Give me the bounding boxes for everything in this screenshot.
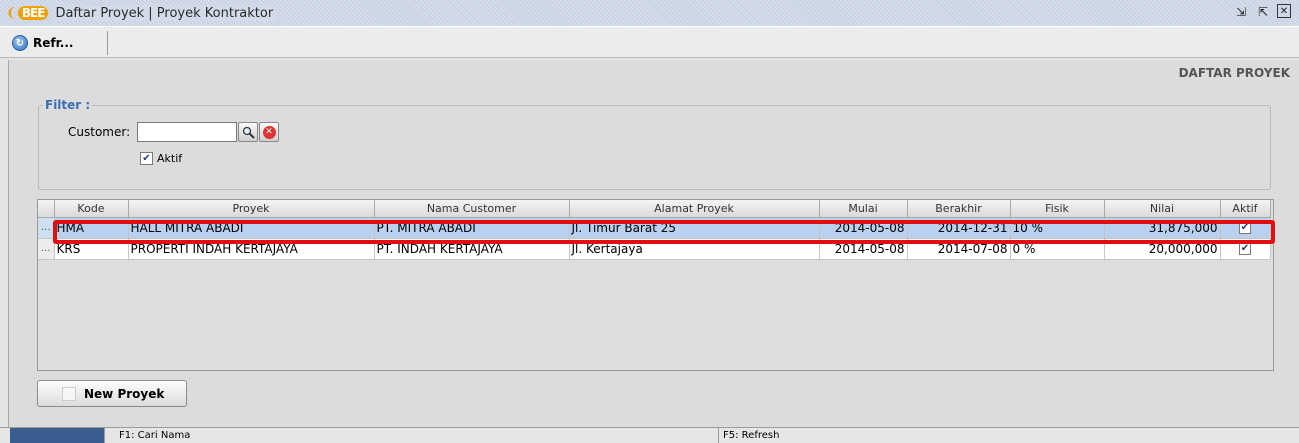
customer-search-button[interactable] [238,122,258,142]
header-aktif[interactable]: Aktif [1220,200,1271,218]
close-icon[interactable]: ✕ [1277,4,1291,18]
cell-fisik[interactable]: 10 % [1010,217,1105,239]
app-logo-icon: ❨ [6,5,17,21]
aktif-checkbox-row[interactable]: ✔ [1239,222,1251,234]
row-selector[interactable]: ... [38,238,55,260]
header-nilai[interactable]: Nilai [1104,200,1221,218]
window-controls: ⇲ ⇱ ✕ [1233,4,1291,20]
cell-aktif[interactable]: ✔ [1220,238,1271,260]
cell-alamat[interactable]: Jl. Kertajaya [569,238,820,260]
header-berakhir[interactable]: Berakhir [907,200,1011,218]
search-icon [242,126,255,139]
header-fisik[interactable]: Fisik [1010,200,1105,218]
status-hint-search: F1: Cari Nama [104,428,719,443]
restore-icon[interactable]: ⇲ [1233,4,1249,20]
header-alamat-proyek[interactable]: Alamat Proyek [569,200,820,218]
cell-mulai[interactable]: 2014-05-08 [819,238,908,260]
header-kode[interactable]: Kode [54,200,129,218]
new-proyek-icon [62,387,76,401]
new-proyek-button[interactable]: New Proyek [37,380,187,407]
maximize-icon[interactable]: ⇱ [1255,4,1271,20]
customer-clear-button[interactable]: ✕ [259,122,279,142]
header-mulai[interactable]: Mulai [819,200,908,218]
refresh-icon: ↻ [12,35,28,51]
status-bar: F1: Cari Nama F5: Refresh [0,427,1299,443]
status-indicator [10,428,104,443]
cell-berakhir[interactable]: 2014-07-08 [907,238,1011,260]
header-rownum [38,200,55,218]
table-row[interactable]: ... KRS PROPERTI INDAH KERTAJAYA PT. IND… [38,238,1271,260]
refresh-label: Refr... [33,36,74,50]
cell-proyek[interactable]: HALL MITRA ABADI [128,217,375,239]
header-nama-customer[interactable]: Nama Customer [374,200,570,218]
cell-fisik[interactable]: 0 % [1010,238,1105,260]
cell-kode[interactable]: HMA [54,217,129,239]
cell-aktif[interactable]: ✔ [1220,217,1271,239]
title-bar: ❨ BEE Daftar Proyek | Proyek Kontraktor ⇲… [0,0,1299,26]
filter-legend: Filter : [43,98,93,112]
aktif-checkbox[interactable]: ✔ [140,152,153,165]
cell-mulai[interactable]: 2014-05-08 [819,217,908,239]
clear-icon: ✕ [262,125,276,139]
project-table: Kode Proyek Nama Customer Alamat Proyek … [37,199,1274,371]
customer-label: Customer: [68,125,131,139]
app-logo: ❨ BEE [6,4,49,22]
cell-proyek[interactable]: PROPERTI INDAH KERTAJAYA [128,238,375,260]
cell-customer[interactable]: PT. INDAH KERTAJAYA [374,238,570,260]
status-hint-refresh: F5: Refresh [723,430,780,441]
toolbar: ↻ Refr... [0,26,1299,58]
aktif-label: Aktif [157,152,183,165]
header-proyek[interactable]: Proyek [128,200,375,218]
filter-panel: Filter : Customer: ✕ ✔ Aktif [38,98,1271,190]
window-title: Daftar Proyek | Proyek Kontraktor [52,5,277,21]
app-logo-text: BEE [17,6,49,20]
page-title: DAFTAR PROYEK [1178,66,1290,80]
cell-nilai[interactable]: 20,000,000 [1104,238,1221,260]
customer-input[interactable] [137,122,237,142]
new-proyek-label: New Proyek [84,386,165,401]
cell-kode[interactable]: KRS [54,238,129,260]
table-header: Kode Proyek Nama Customer Alamat Proyek … [38,200,1271,218]
refresh-button[interactable]: ↻ Refr... [8,31,108,55]
aktif-checkbox-row[interactable]: ✔ [1239,243,1251,255]
cell-berakhir[interactable]: 2014-12-31 [907,217,1011,239]
table-row[interactable]: ... HMA HALL MITRA ABADI PT. MITRA ABADI… [38,217,1271,239]
cell-nilai[interactable]: 31,875,000 [1104,217,1221,239]
row-selector[interactable]: ... [38,217,55,239]
cell-alamat[interactable]: Jl. Timur Barat 25 [569,217,820,239]
cell-customer[interactable]: PT. MITRA ABADI [374,217,570,239]
main-panel: DAFTAR PROYEK Filter : Customer: ✕ ✔ Akt… [8,60,1299,427]
